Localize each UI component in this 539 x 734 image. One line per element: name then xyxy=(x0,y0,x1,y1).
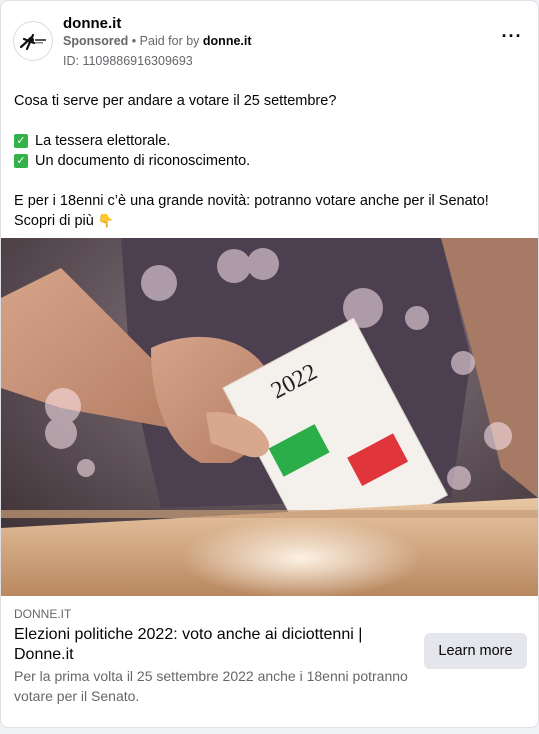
checklist-item-label: La tessera elettorale. xyxy=(35,133,171,149)
checklist-item: ✓ La tessera elettorale. xyxy=(14,131,526,151)
post-body: Cosa ti serve per andare a votare il 25 … xyxy=(14,91,526,231)
learn-more-button[interactable]: Learn more xyxy=(424,633,527,669)
pointing-down-icon: 👇 xyxy=(97,213,115,228)
sponsored-label[interactable]: Sponsored xyxy=(63,34,128,48)
intro-text: Cosa ti serve per andare a votare il 25 … xyxy=(14,93,337,109)
link-domain: DONNE.IT xyxy=(14,607,72,621)
more-options-button[interactable]: ··· xyxy=(498,26,526,49)
ad-image[interactable]: 2022 xyxy=(1,238,538,596)
link-description: Per la prima volta il 25 settembre 2022 … xyxy=(14,668,408,704)
sponsored-line: Sponsored • Paid for by donne.it xyxy=(63,34,252,48)
ellipsis-icon: ··· xyxy=(501,26,523,46)
paid-for-label: Paid for by xyxy=(139,34,200,48)
check-mark-icon: ✓ xyxy=(14,134,28,148)
checklist-item-label: Un documento di riconoscimento. xyxy=(35,153,251,169)
closing-text: E per i 18enni c’è una grande novità: po… xyxy=(14,191,526,231)
post-header: donne.it Sponsored • Paid for by donne.i… xyxy=(13,13,526,73)
ad-post-card: donne.it Sponsored • Paid for by donne.i… xyxy=(0,0,539,728)
donne-logo-icon xyxy=(19,33,46,51)
closing-text-label: E per i 18enni c’è una grande novità: po… xyxy=(14,193,489,229)
separator-dot: • xyxy=(131,34,137,48)
page-name[interactable]: donne.it xyxy=(63,15,121,32)
checklist-item: ✓ Un documento di riconoscimento. xyxy=(14,151,526,171)
paid-for-name[interactable]: donne.it xyxy=(203,34,252,48)
check-mark-icon: ✓ xyxy=(14,154,28,168)
ballot-photo: 2022 xyxy=(1,238,538,596)
link-title[interactable]: Elezioni politiche 2022: voto anche ai d… xyxy=(14,625,394,665)
page-avatar[interactable] xyxy=(13,21,53,61)
ad-id: ID: 1109886916309693 xyxy=(63,54,193,68)
link-preview[interactable]: DONNE.IT Elezioni politiche 2022: voto a… xyxy=(1,596,538,727)
